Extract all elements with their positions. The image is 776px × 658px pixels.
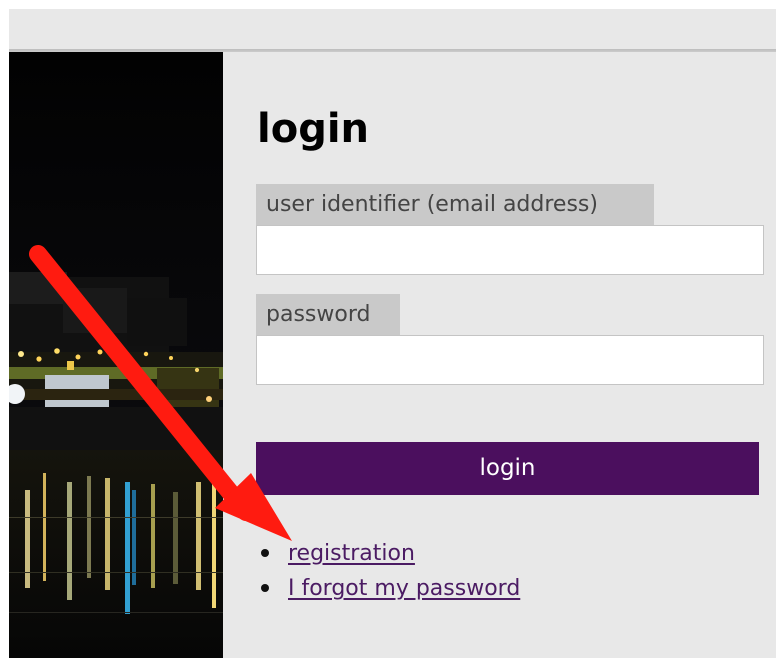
- night-river-photo: [9, 52, 223, 658]
- bullet-icon: [261, 584, 269, 592]
- registration-link-item: registration: [258, 536, 520, 571]
- registration-link[interactable]: registration: [288, 541, 415, 566]
- email-label: user identifier (email address): [256, 184, 654, 226]
- bullet-icon: [261, 549, 269, 557]
- login-page: login user identifier (email address) pa…: [0, 0, 776, 658]
- password-label: password: [256, 294, 400, 336]
- page-title: login: [257, 106, 370, 152]
- login-button[interactable]: login: [256, 442, 759, 495]
- password-field[interactable]: [256, 335, 764, 385]
- email-field[interactable]: [256, 225, 764, 275]
- night-river-image: [9, 52, 223, 658]
- account-links-list: registration I forgot my password: [258, 536, 520, 606]
- login-panel: login user identifier (email address) pa…: [223, 52, 776, 658]
- top-bar: [9, 9, 776, 49]
- forgot-password-link-item: I forgot my password: [258, 571, 520, 606]
- forgot-password-link[interactable]: I forgot my password: [288, 576, 520, 601]
